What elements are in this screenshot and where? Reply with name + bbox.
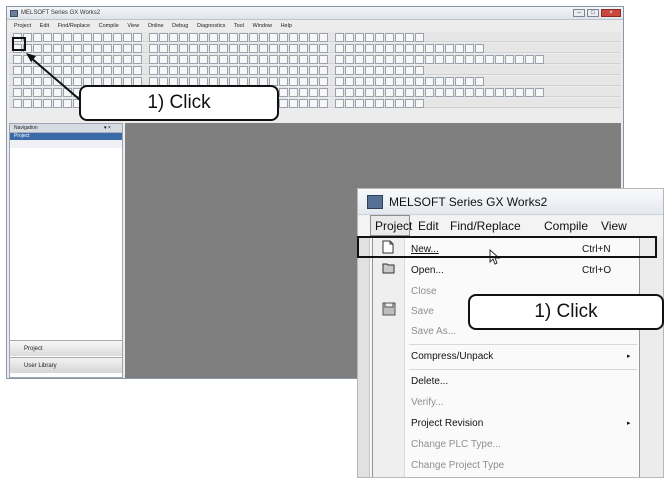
menu-item-label: Open... <box>411 265 444 276</box>
menu-separator <box>409 369 637 370</box>
arrow-line-1 <box>29 56 87 106</box>
menu-project[interactable]: Project <box>370 215 412 236</box>
menu-item-compress-unpack[interactable]: Compress/Unpack ▸ <box>373 347 639 367</box>
menu-view[interactable]: View <box>601 216 627 237</box>
menu-edit[interactable]: Edit <box>418 216 439 237</box>
new-item-highlight <box>357 236 657 258</box>
project-menu-dropdown: New... Ctrl+N Open... Ctrl+O Close Save … <box>372 237 640 477</box>
menu-item-label: Delete... <box>411 376 449 387</box>
menu-item-label: Compress/Unpack <box>411 351 494 362</box>
menu-item-shortcut: Ctrl+O <box>582 265 612 276</box>
menu-compile[interactable]: Compile <box>544 216 588 237</box>
callout-click-2: 1) Click <box>468 294 664 330</box>
zoomed-titlebar: MELSOFT Series GX Works2 <box>358 189 663 215</box>
save-icon <box>382 302 396 324</box>
menu-item-verify[interactable]: Verify... <box>373 393 639 413</box>
submenu-arrow-icon: ▸ <box>627 420 631 427</box>
app-icon <box>367 195 383 209</box>
menu-item-change-project-type[interactable]: Change Project Type <box>373 456 639 476</box>
submenu-arrow-icon: ▸ <box>627 353 631 360</box>
callout-click-1: 1) Click <box>79 85 279 121</box>
background-area <box>639 237 663 477</box>
open-folder-icon <box>382 261 396 283</box>
menu-item-label: Save As... <box>411 326 457 337</box>
menu-item-label: Project Revision <box>411 418 484 429</box>
menu-item-label: Change Project Type <box>411 460 505 471</box>
menu-find-replace[interactable]: Find/Replace <box>450 216 521 237</box>
zoomed-window-title: MELSOFT Series GX Works2 <box>389 195 548 209</box>
zoomed-menu-bar: Project Edit Find/Replace Compile View <box>358 215 663 237</box>
menu-item-label: Save <box>411 306 434 317</box>
menu-item-project-revision[interactable]: Project Revision ▸ <box>373 414 639 434</box>
toolbar-grip-strip <box>358 237 370 477</box>
menu-separator <box>409 344 637 345</box>
menu-item-open[interactable]: Open... Ctrl+O <box>373 261 639 281</box>
menu-item-label: Change PLC Type... <box>411 439 501 450</box>
menu-item-label: Verify... <box>411 397 444 408</box>
menu-item-delete[interactable]: Delete... <box>373 372 639 392</box>
zoomed-window: MELSOFT Series GX Works2 Project Edit Fi… <box>357 188 664 478</box>
menu-item-label: Close <box>411 286 437 297</box>
menu-item-change-plc-type[interactable]: Change PLC Type... <box>373 435 639 455</box>
